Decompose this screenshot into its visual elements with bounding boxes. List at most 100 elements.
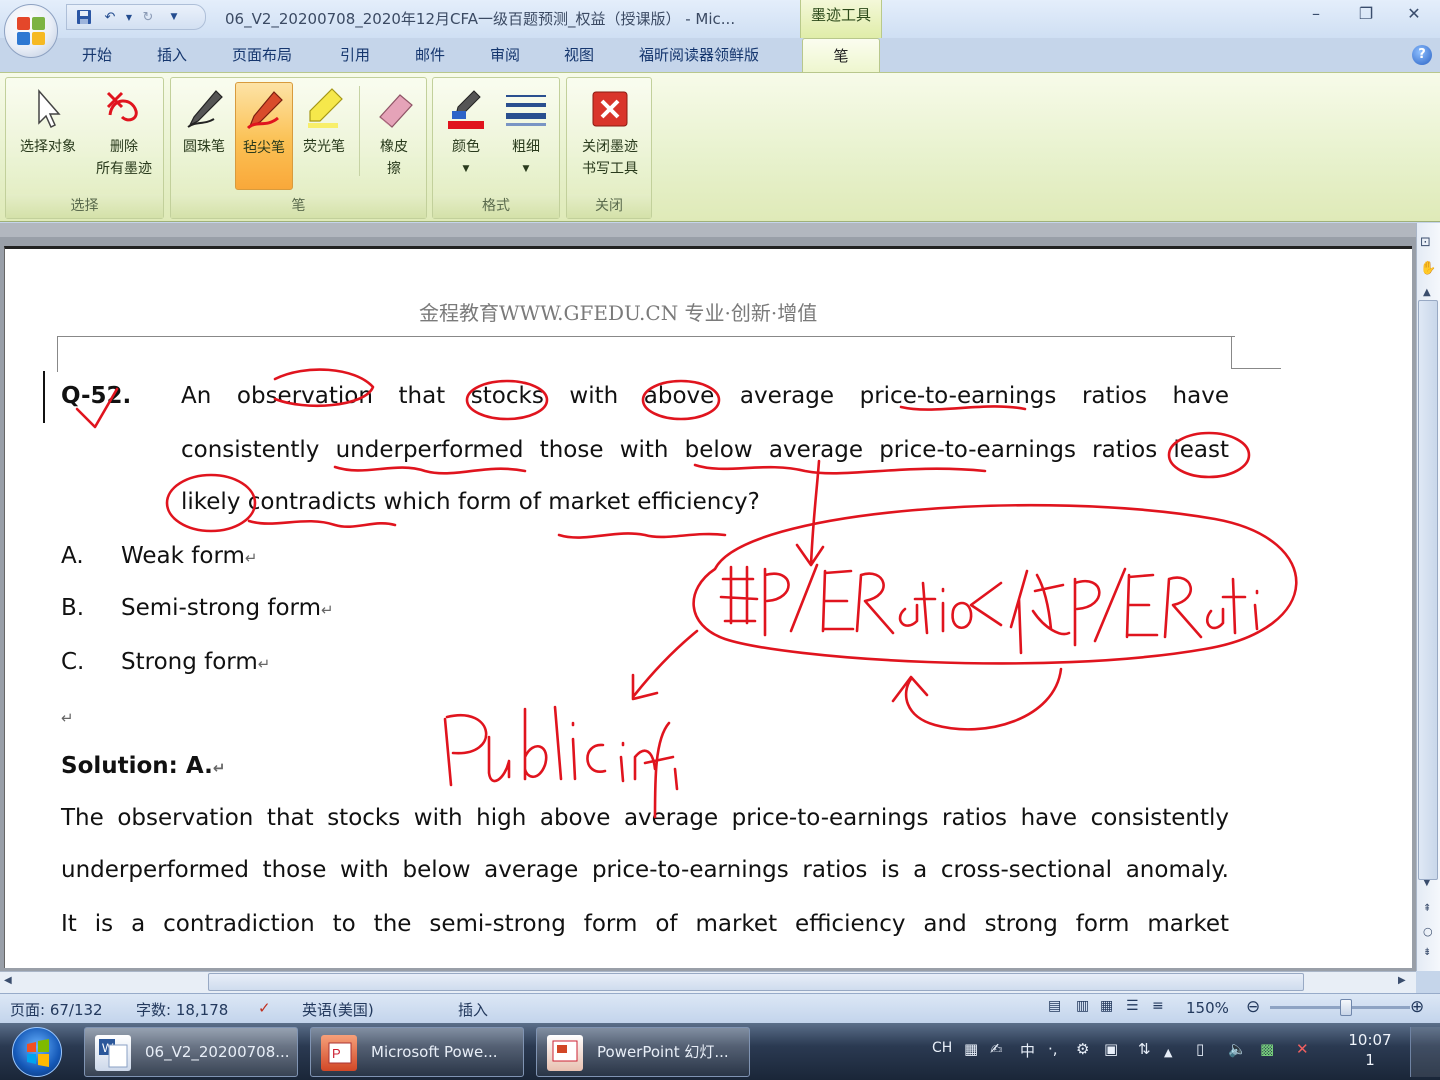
tray-expand-icon[interactable]: ▲ xyxy=(1164,1046,1172,1059)
tab-mailings[interactable]: 邮件 xyxy=(415,44,445,65)
select-browse-object-icon[interactable]: ○ xyxy=(1423,925,1433,938)
tab-view[interactable]: 视图 xyxy=(564,44,594,65)
ink-handwriting-pe-comparison xyxy=(719,563,1259,655)
status-word-count[interactable]: 字数: 18,178 xyxy=(136,999,228,1020)
tab-references[interactable]: 引用 xyxy=(340,44,370,65)
draft-view-icon[interactable]: ≡ xyxy=(1152,998,1164,1014)
ribbon-group-pens: 圆珠笔 毡尖笔 荧光笔 橡皮 擦 笔 xyxy=(170,77,427,219)
horizontal-scroll-thumb[interactable] xyxy=(208,973,1304,991)
save-icon[interactable] xyxy=(73,8,95,26)
ink-underline-contradicts xyxy=(247,519,397,529)
next-page-icon[interactable]: ⇟ xyxy=(1423,947,1431,958)
tab-insert[interactable]: 插入 xyxy=(157,44,187,65)
tray-ime-chinese[interactable]: 中 xyxy=(1020,1040,1035,1061)
taskbar-word-document[interactable]: W 06_V2_20200708... xyxy=(84,1027,298,1077)
zoom-slider-thumb[interactable] xyxy=(1340,999,1352,1016)
zoom-out-icon[interactable]: ⊖ xyxy=(1246,997,1260,1017)
ink-big-ellipse xyxy=(692,503,1298,665)
proofing-check-icon[interactable]: ✓ xyxy=(258,999,271,1017)
show-desktop-button[interactable] xyxy=(1410,1027,1440,1077)
tray-volume-icon[interactable]: 🔈 xyxy=(1228,1040,1247,1058)
customize-qat-icon[interactable]: ▼ xyxy=(163,8,185,26)
print-layout-view-icon[interactable]: ▤ xyxy=(1048,998,1061,1014)
ink-curved-arrow xyxy=(891,667,1063,731)
option-a-letter: A. xyxy=(61,543,84,569)
solution-line-2: underperformed those with below average … xyxy=(61,857,1229,883)
highlighter-icon xyxy=(295,82,353,136)
zoom-in-icon[interactable]: ⊕ xyxy=(1410,997,1424,1017)
ballpoint-pen-button[interactable]: 圆珠笔 xyxy=(175,82,233,158)
window-title: 06_V2_20200708_2020年12月CFA一级百题预测_权益（授课版）… xyxy=(225,10,736,28)
eraser-button[interactable]: 橡皮 擦 xyxy=(365,82,423,180)
full-screen-reading-icon[interactable]: ▥ xyxy=(1076,998,1089,1014)
status-insert-mode[interactable]: 插入 xyxy=(458,999,488,1020)
undo-icon[interactable]: ↶ xyxy=(99,8,121,26)
tray-punctuation-icon[interactable]: ·, xyxy=(1048,1040,1058,1058)
tray-ime-icon[interactable]: ▦ xyxy=(964,1040,978,1058)
tab-foxit-reader[interactable]: 福昕阅读器领鲜版 xyxy=(639,44,759,65)
select-objects-button[interactable]: 选择对象 xyxy=(10,82,86,158)
minimize-button[interactable]: – xyxy=(1296,4,1336,26)
view-ruler-icon[interactable]: ⊡ xyxy=(1420,235,1431,250)
pan-hand-icon[interactable]: ✋ xyxy=(1420,261,1436,276)
option-c-text: Strong form↵ xyxy=(121,649,271,675)
tray-language[interactable]: CH xyxy=(932,1040,952,1056)
delete-all-ink-button[interactable]: 删除 所有墨迹 xyxy=(86,82,162,180)
ink-tools-context-title: 墨迹工具 xyxy=(800,0,882,38)
close-ink-tools-button[interactable]: 关闭墨迹 书写工具 xyxy=(571,82,649,180)
format-group-label: 格式 xyxy=(433,194,559,218)
taskbar-word-label: 06_V2_20200708... xyxy=(145,1043,290,1061)
close-window-button[interactable]: ✕ xyxy=(1394,4,1434,26)
web-layout-icon[interactable]: ▦ xyxy=(1100,998,1113,1014)
office-button[interactable] xyxy=(4,4,58,58)
help-icon[interactable]: ? xyxy=(1412,45,1432,65)
tab-review[interactable]: 审阅 xyxy=(490,44,520,65)
scroll-left-icon[interactable]: ◀ xyxy=(4,975,12,986)
ink-weight-button[interactable]: 粗细 ▼ xyxy=(497,82,555,180)
previous-page-icon[interactable]: ⇞ xyxy=(1423,903,1431,914)
ink-color-dropdown-icon[interactable]: ▼ xyxy=(437,158,495,180)
ink-arrow-down xyxy=(795,459,825,567)
tab-page-layout[interactable]: 页面布局 xyxy=(232,44,292,65)
tray-status-icon[interactable]: ✕ xyxy=(1296,1040,1309,1058)
scroll-up-icon[interactable]: ▲ xyxy=(1423,287,1431,298)
delete-ink-icon xyxy=(86,82,162,136)
tray-network-icon[interactable]: ⇅ xyxy=(1138,1040,1151,1058)
tab-home[interactable]: 开始 xyxy=(82,44,112,65)
vertical-scroll-thumb[interactable] xyxy=(1418,300,1438,880)
felt-tip-pen-button[interactable]: 毡尖笔 xyxy=(235,82,293,190)
tray-device-icon[interactable]: ▯ xyxy=(1196,1040,1204,1058)
taskbar-clock[interactable]: 10:07 1 xyxy=(1340,1030,1400,1070)
close-group-label: 关闭 xyxy=(567,194,651,218)
document-page[interactable]: 金程教育WWW.GFEDU.CN 专业·创新·增值 Q-52. An obser… xyxy=(4,246,1412,968)
tray-monitor-icon[interactable]: ▩ xyxy=(1260,1040,1274,1058)
taskbar-powerpoint[interactable]: P Microsoft Powe... xyxy=(310,1027,524,1077)
ink-weight-dropdown-icon[interactable]: ▼ xyxy=(497,158,555,180)
redo-icon[interactable]: ↻ xyxy=(137,8,159,26)
title-bar: ↶ ▼ ↻ ▼ 06_V2_20200708_2020年12月CFA一级百题预测… xyxy=(0,0,1440,38)
outline-view-icon[interactable]: ☰ xyxy=(1126,998,1139,1014)
status-language[interactable]: 英语(美国) xyxy=(302,999,374,1020)
select-objects-label: 选择对象 xyxy=(20,139,76,155)
taskbar-powerpoint-slideshow[interactable]: PowerPoint 幻灯... xyxy=(536,1027,750,1077)
ink-underline-market-efficiency xyxy=(557,532,727,539)
question-line-2: consistently underperformed those with b… xyxy=(181,437,1229,463)
tray-settings-icon[interactable]: ⚙ xyxy=(1076,1040,1089,1058)
status-page-count[interactable]: 页面: 67/132 xyxy=(10,999,103,1020)
ink-color-button[interactable]: 颜色 ▼ xyxy=(437,82,495,180)
start-button[interactable] xyxy=(12,1027,62,1077)
restore-button[interactable]: ❐ xyxy=(1346,4,1386,26)
windows-logo-icon xyxy=(27,1039,49,1067)
tray-tools-icon[interactable]: ▣ xyxy=(1104,1040,1118,1058)
highlighter-button[interactable]: 荧光笔 xyxy=(295,82,353,158)
option-a-text: Weak form↵ xyxy=(121,543,258,569)
tray-handwriting-icon[interactable]: ✍ xyxy=(990,1040,1003,1058)
felt-tip-pen-label: 毡尖笔 xyxy=(243,140,285,156)
clock-date: 1 xyxy=(1365,1051,1375,1069)
tab-pens[interactable]: 笔 xyxy=(802,38,880,72)
scroll-right-icon[interactable]: ▶ xyxy=(1398,975,1406,986)
status-zoom-level[interactable]: 150% xyxy=(1186,999,1229,1017)
document-top-edge xyxy=(0,223,1416,237)
pens-divider xyxy=(359,86,360,176)
undo-dropdown-icon[interactable]: ▼ xyxy=(125,8,133,26)
